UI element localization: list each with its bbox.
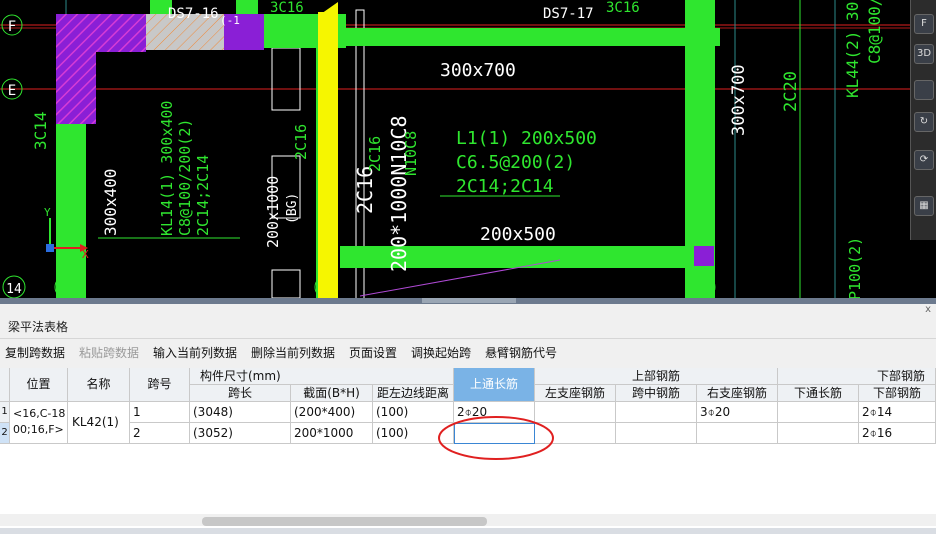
- label-right-p100: P100(2): [846, 237, 864, 300]
- menu-copy-span-data[interactable]: 复制跨数据: [5, 344, 65, 361]
- view-3d-button[interactable]: 3D: [914, 44, 934, 64]
- panel-menu: 复制跨数据 粘贴跨数据 输入当前列数据 删除当前列数据 页面设置 调换起始跨 悬…: [0, 341, 936, 363]
- beam-table: 位置 名称 跨号 构件尺寸(mm) 上通长筋 上部钢筋 下部钢筋 跨长 截面(B…: [0, 368, 936, 530]
- label-kl14-line1: KL14(1) 300x400: [158, 101, 176, 236]
- view-box-button[interactable]: [914, 80, 934, 100]
- label-mid-bg: (BG): [285, 193, 300, 224]
- menu-cantilever-code[interactable]: 悬臂钢筋代号: [485, 344, 557, 361]
- row-number[interactable]: 1: [0, 402, 10, 423]
- label-kl44-line2: C8@100/: [865, 0, 884, 64]
- label-left-300x400: 300x400: [101, 169, 120, 236]
- grid-label-14: 14: [6, 282, 22, 297]
- header-bottom-group: 下部钢筋: [778, 368, 936, 385]
- label-mid-2c16-big: 2C16: [353, 166, 377, 214]
- menu-delete-column-data[interactable]: 删除当前列数据: [251, 344, 335, 361]
- column-top-left-corner: [56, 14, 146, 52]
- view-f-button[interactable]: F: [914, 14, 934, 34]
- header-name[interactable]: 名称: [68, 368, 130, 402]
- label-top-3c16-a: 3C16: [270, 0, 304, 16]
- highlight-ellipse: [438, 416, 554, 460]
- label-kl14-line3: 2C14;2C14: [194, 155, 212, 236]
- menu-page-setup[interactable]: 页面设置: [349, 344, 397, 361]
- cell-right-support[interactable]: [697, 423, 778, 444]
- label-left-3c14: 3C14: [31, 111, 50, 150]
- beam-table-panel: x 梁平法表格 复制跨数据 粘贴跨数据 输入当前列数据 删除当前列数据 页面设置…: [0, 304, 936, 534]
- panel-title: 梁平法表格: [8, 320, 69, 334]
- cell-bottom-rebar[interactable]: 2⌽14: [859, 402, 936, 423]
- cell-bottom-through[interactable]: [778, 402, 859, 423]
- cell-section[interactable]: (200*400): [291, 402, 373, 423]
- cell-section[interactable]: 200*1000: [291, 423, 373, 444]
- label-l1-line2: C6.5@200(2): [456, 152, 575, 173]
- label-ds7-16: DS7-16: [168, 6, 219, 22]
- axis-y-label: Y: [44, 206, 51, 219]
- cell-mid-span[interactable]: [616, 423, 697, 444]
- header-bottom-rebar[interactable]: 下部钢筋: [859, 385, 936, 402]
- beam-stub-mid: [236, 0, 258, 14]
- label-kl44-line1: KL44(2) 30: [843, 2, 862, 98]
- label-l1-line3: 2C14;2C14: [456, 176, 554, 197]
- cell-position[interactable]: <16,C-18 00;16,F>: [10, 402, 68, 444]
- cell-span-no[interactable]: 1: [130, 402, 190, 423]
- header-member-size: 构件尺寸(mm): [190, 368, 454, 385]
- header-left-support[interactable]: 左支座钢筋: [535, 385, 616, 402]
- panel-title-divider: [0, 338, 936, 339]
- cell-name[interactable]: KL42(1): [68, 402, 130, 444]
- header-top-group: 上部钢筋: [535, 368, 778, 385]
- label-beam-2c20: 2C20: [781, 71, 801, 112]
- panel-close-button[interactable]: x: [925, 304, 931, 315]
- view-rotate-button[interactable]: ↻: [914, 112, 934, 132]
- header-bottom-through[interactable]: 下通长筋: [778, 385, 859, 402]
- label-beam-300x700: 300x700: [440, 60, 516, 81]
- grid-label-f: F: [8, 19, 16, 35]
- cad-drawing[interactable]: F E 14 15 16 17: [0, 0, 936, 300]
- cell-bottom-rebar[interactable]: 2⌽16: [859, 423, 936, 444]
- menu-swap-start-span[interactable]: 调换起始跨: [411, 344, 471, 361]
- axis-x-label: X: [82, 248, 89, 261]
- menu-input-column-data[interactable]: 输入当前列数据: [153, 344, 237, 361]
- view-grid-button[interactable]: ▦: [914, 196, 934, 216]
- cell-span-length[interactable]: (3048): [190, 402, 291, 423]
- header-corner: [0, 368, 10, 402]
- label-ds7-16-suffix: (-1: [220, 14, 240, 27]
- cell-bottom-through[interactable]: [778, 423, 859, 444]
- header-right-support[interactable]: 右支座钢筋: [697, 385, 778, 402]
- label-mid-200x1000: 200x1000: [264, 176, 282, 248]
- label-top-3c16-b: 3C16: [606, 0, 640, 16]
- label-kl14-line2: C8@100/200(2): [176, 119, 194, 236]
- header-position[interactable]: 位置: [10, 368, 68, 402]
- beam-top-right: [340, 28, 720, 46]
- view-toolbar: F 3D ↻ ⟳ ▦: [910, 0, 936, 240]
- cell-span-no[interactable]: 2: [130, 423, 190, 444]
- header-section[interactable]: 截面(B*H): [291, 385, 373, 402]
- cell-mid-span[interactable]: [616, 402, 697, 423]
- grid-label-e: E: [8, 83, 16, 99]
- horizontal-scrollbar-thumb[interactable]: [202, 517, 487, 526]
- header-mid-span[interactable]: 跨中钢筋: [616, 385, 697, 402]
- column-17-small: [694, 246, 714, 266]
- label-ds7-17: DS7-17: [543, 6, 594, 22]
- label-l1-line1: L1(1) 200x500: [456, 128, 597, 149]
- header-edge-distance[interactable]: 距左边线距离: [373, 385, 454, 402]
- menu-paste-span-data[interactable]: 粘贴跨数据: [79, 344, 139, 361]
- splitter-grip[interactable]: [422, 298, 516, 303]
- label-mid-2c16-tag: 2C16: [292, 124, 310, 160]
- cell-position-line1: <16,C-18: [13, 407, 66, 420]
- label-mid-2c16-small: 2C16: [366, 136, 384, 172]
- cell-right-support[interactable]: 3⌽20: [697, 402, 778, 423]
- label-beam-300x700-vertical: 300x700: [729, 64, 749, 136]
- header-top-through[interactable]: 上通长筋: [454, 368, 535, 402]
- beam-selected-kl42: [318, 12, 338, 300]
- view-orbit-button[interactable]: ⟳: [914, 150, 934, 170]
- cell-position-line2: 00;16,F>: [13, 423, 64, 436]
- cad-viewport[interactable]: F E 14 15 16 17: [0, 0, 936, 300]
- label-beam-200x500: 200x500: [480, 224, 556, 245]
- row-number[interactable]: 2: [0, 423, 10, 444]
- header-span-length[interactable]: 跨长: [190, 385, 291, 402]
- status-bar: [0, 528, 936, 534]
- header-span-no[interactable]: 跨号: [130, 368, 190, 402]
- label-mid-n10c8: N10C8: [402, 131, 420, 176]
- cell-span-length[interactable]: (3052): [190, 423, 291, 444]
